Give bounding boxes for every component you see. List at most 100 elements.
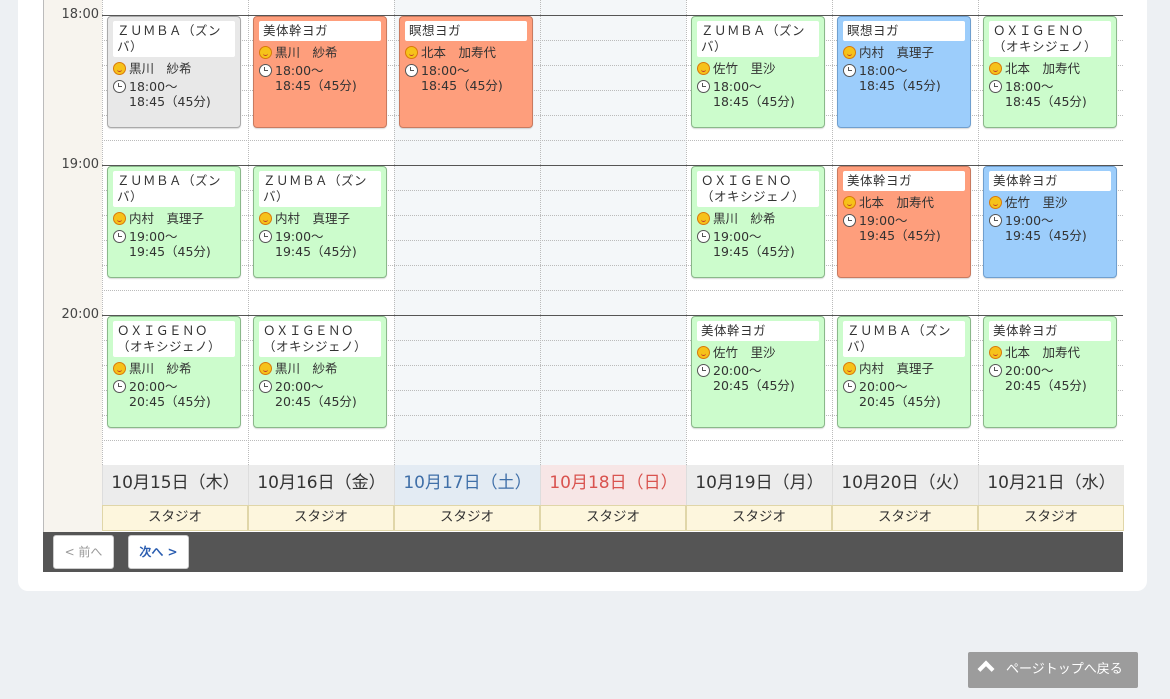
- time-range: 19:00～ 19:45（45分): [859, 213, 941, 243]
- end-time: 18:45（45分): [129, 94, 211, 109]
- class-title: ＺＵＭＢＡ（ズンバ）: [113, 21, 235, 57]
- smiley-icon: [843, 362, 856, 375]
- class-event-card[interactable]: ＺＵＭＢＡ（ズンバ） 内村 真理子 19:00～ 19:45（45分): [107, 166, 241, 278]
- time-range: 18:00～ 18:45（45分): [275, 63, 357, 93]
- start-time: 18:00～: [713, 79, 762, 94]
- class-title: ＺＵＭＢＡ（ズンバ）: [113, 171, 235, 207]
- class-title: 美体幹ヨガ: [259, 21, 381, 41]
- instructor-name: 北本 加寿代: [1005, 61, 1081, 76]
- class-title: 美体幹ヨガ: [989, 171, 1111, 191]
- day-column: [540, 0, 686, 465]
- chevron-up-icon: [977, 660, 995, 678]
- end-time: 20:45（45分): [859, 394, 941, 409]
- time-range: 20:00～ 20:45（45分): [129, 379, 211, 409]
- time-column: 18:00 19:00 20:00: [43, 0, 102, 532]
- end-time: 20:45（45分): [1005, 378, 1087, 393]
- grid-line: [102, 140, 1123, 141]
- class-event-card[interactable]: 瞑想ヨガ 北本 加寿代 18:00～ 18:45（45分): [399, 16, 533, 128]
- smiley-icon: [697, 62, 710, 75]
- end-time: 18:45（45分): [713, 94, 795, 109]
- instructor-row: 黒川 紗希: [113, 361, 235, 376]
- smiley-icon: [113, 62, 126, 75]
- clock-icon: [843, 380, 856, 393]
- class-event-card[interactable]: 美体幹ヨガ佐竹 里沙 19:00～ 19:45（45分): [983, 166, 1117, 278]
- pager-bar: < 前へ 次へ >: [43, 532, 1123, 572]
- date-header: 10月18日（日）: [540, 465, 686, 505]
- next-button[interactable]: 次へ >: [128, 535, 189, 569]
- end-time: 20:45（45分): [129, 394, 211, 409]
- end-time: 19:45（45分): [859, 228, 941, 243]
- class-event-card[interactable]: 美体幹ヨガ北本 加寿代 20:00～ 20:45（45分): [983, 316, 1117, 428]
- time-row: 20:00～ 20:45（45分): [113, 379, 235, 409]
- end-time: 18:45（45分): [275, 78, 357, 93]
- start-time: 19:00～: [129, 229, 178, 244]
- smiley-icon: [697, 212, 710, 225]
- class-event-card[interactable]: ＯＸＩＧＥＮＯ（オキシジェノ） 黒川 紗希 19:00～ 19:45（45分): [691, 166, 825, 278]
- time-label-18: 18:00: [61, 7, 99, 22]
- class-event-card[interactable]: ＯＸＩＧＥＮＯ（オキシジェノ） 黒川 紗希 20:00～ 20:45（45分): [253, 316, 387, 428]
- class-event-card[interactable]: 美体幹ヨガ黒川 紗希 18:00～ 18:45（45分): [253, 16, 387, 128]
- start-time: 18:00～: [129, 79, 178, 94]
- start-time: 20:00～: [859, 379, 908, 394]
- time-row: 20:00～ 20:45（45分): [697, 363, 819, 393]
- class-title: ＺＵＭＢＡ（ズンバ）: [259, 171, 381, 207]
- class-event-card[interactable]: ＯＸＩＧＥＮＯ（オキシジェノ） 北本 加寿代 18:00～ 18:45（45分): [983, 16, 1117, 128]
- start-time: 19:00～: [859, 213, 908, 228]
- smiley-icon: [113, 212, 126, 225]
- studio-label: スタジオ: [540, 505, 686, 531]
- instructor-name: 北本 加寿代: [1005, 345, 1081, 360]
- smiley-icon: [259, 46, 272, 59]
- instructor-name: 佐竹 里沙: [1005, 195, 1068, 210]
- studio-label: スタジオ: [686, 505, 832, 531]
- time-range: 18:00～ 18:45（45分): [129, 79, 211, 109]
- time-range: 20:00～ 20:45（45分): [713, 363, 795, 393]
- studio-label: スタジオ: [102, 505, 248, 531]
- time-row: 20:00～ 20:45（45分): [989, 363, 1111, 393]
- grid-line: [102, 290, 1123, 291]
- time-range: 18:00～ 18:45（45分): [1005, 79, 1087, 109]
- time-row: 18:00～ 18:45（45分): [843, 63, 965, 93]
- clock-icon: [259, 230, 272, 243]
- start-time: 18:00～: [859, 63, 908, 78]
- class-event-card[interactable]: ＯＸＩＧＥＮＯ（オキシジェノ） 黒川 紗希 20:00～ 20:45（45分): [107, 316, 241, 428]
- class-event-card[interactable]: 瞑想ヨガ 内村 真理子 18:00～ 18:45（45分): [837, 16, 971, 128]
- class-event-card[interactable]: ＺＵＭＢＡ（ズンバ） 黒川 紗希 18:00～ 18:45（45分): [107, 16, 241, 128]
- start-time: 19:00～: [713, 229, 762, 244]
- instructor-name: 佐竹 里沙: [713, 61, 776, 76]
- clock-icon: [113, 80, 126, 93]
- clock-icon: [697, 80, 710, 93]
- instructor-row: 北本 加寿代: [405, 45, 527, 60]
- start-time: 20:00～: [129, 379, 178, 394]
- instructor-name: 北本 加寿代: [859, 195, 935, 210]
- class-event-card[interactable]: ＺＵＭＢＡ（ズンバ） 内村 真理子 19:00～ 19:45（45分): [253, 166, 387, 278]
- studio-row: スタジオ スタジオ スタジオ スタジオ スタジオ スタジオ スタジオ: [102, 505, 1124, 531]
- instructor-row: 黒川 紗希: [259, 45, 381, 60]
- instructor-row: 佐竹 里沙: [989, 195, 1111, 210]
- page-top-button[interactable]: ページトップへ戻る: [968, 652, 1138, 688]
- end-time: 18:45（45分): [1005, 94, 1087, 109]
- end-time: 20:45（45分): [713, 378, 795, 393]
- prev-button[interactable]: < 前へ: [53, 535, 114, 569]
- start-time: 20:00～: [713, 363, 762, 378]
- date-header: 10月20日（火）: [832, 465, 978, 505]
- time-row: 19:00～ 19:45（45分): [989, 213, 1111, 243]
- instructor-row: 北本 加寿代: [989, 345, 1111, 360]
- class-title: 美体幹ヨガ: [989, 321, 1111, 341]
- clock-icon: [113, 380, 126, 393]
- start-time: 18:00～: [1005, 79, 1054, 94]
- end-time: 18:45（45分): [859, 78, 941, 93]
- class-event-card[interactable]: 美体幹ヨガ 北本 加寿代 19:00～ 19:45（45分): [837, 166, 971, 278]
- start-time: 19:00～: [275, 229, 324, 244]
- date-header: 10月16日（金）: [248, 465, 394, 505]
- time-row: 18:00～ 18:45（45分): [113, 79, 235, 109]
- time-row: 18:00～ 18:45（45分): [405, 63, 527, 93]
- instructor-row: 黒川 紗希: [113, 61, 235, 76]
- clock-icon: [697, 230, 710, 243]
- instructor-name: 黒川 紗希: [275, 45, 338, 60]
- class-event-card[interactable]: 美体幹ヨガ 佐竹 里沙 20:00～ 20:45（45分): [691, 316, 825, 428]
- date-row: 10月15日（木） 10月16日（金） 10月17日（土） 10月18日（日） 10月1…: [102, 465, 1124, 505]
- smiley-icon: [113, 362, 126, 375]
- class-event-card[interactable]: ＺＵＭＢＡ（ズンバ） 佐竹 里沙 18:00～ 18:45（45分): [691, 16, 825, 128]
- studio-label: スタジオ: [832, 505, 978, 531]
- class-event-card[interactable]: ＺＵＭＢＡ（ズンバ） 内村 真理子 20:00～ 20:45（45分): [837, 316, 971, 428]
